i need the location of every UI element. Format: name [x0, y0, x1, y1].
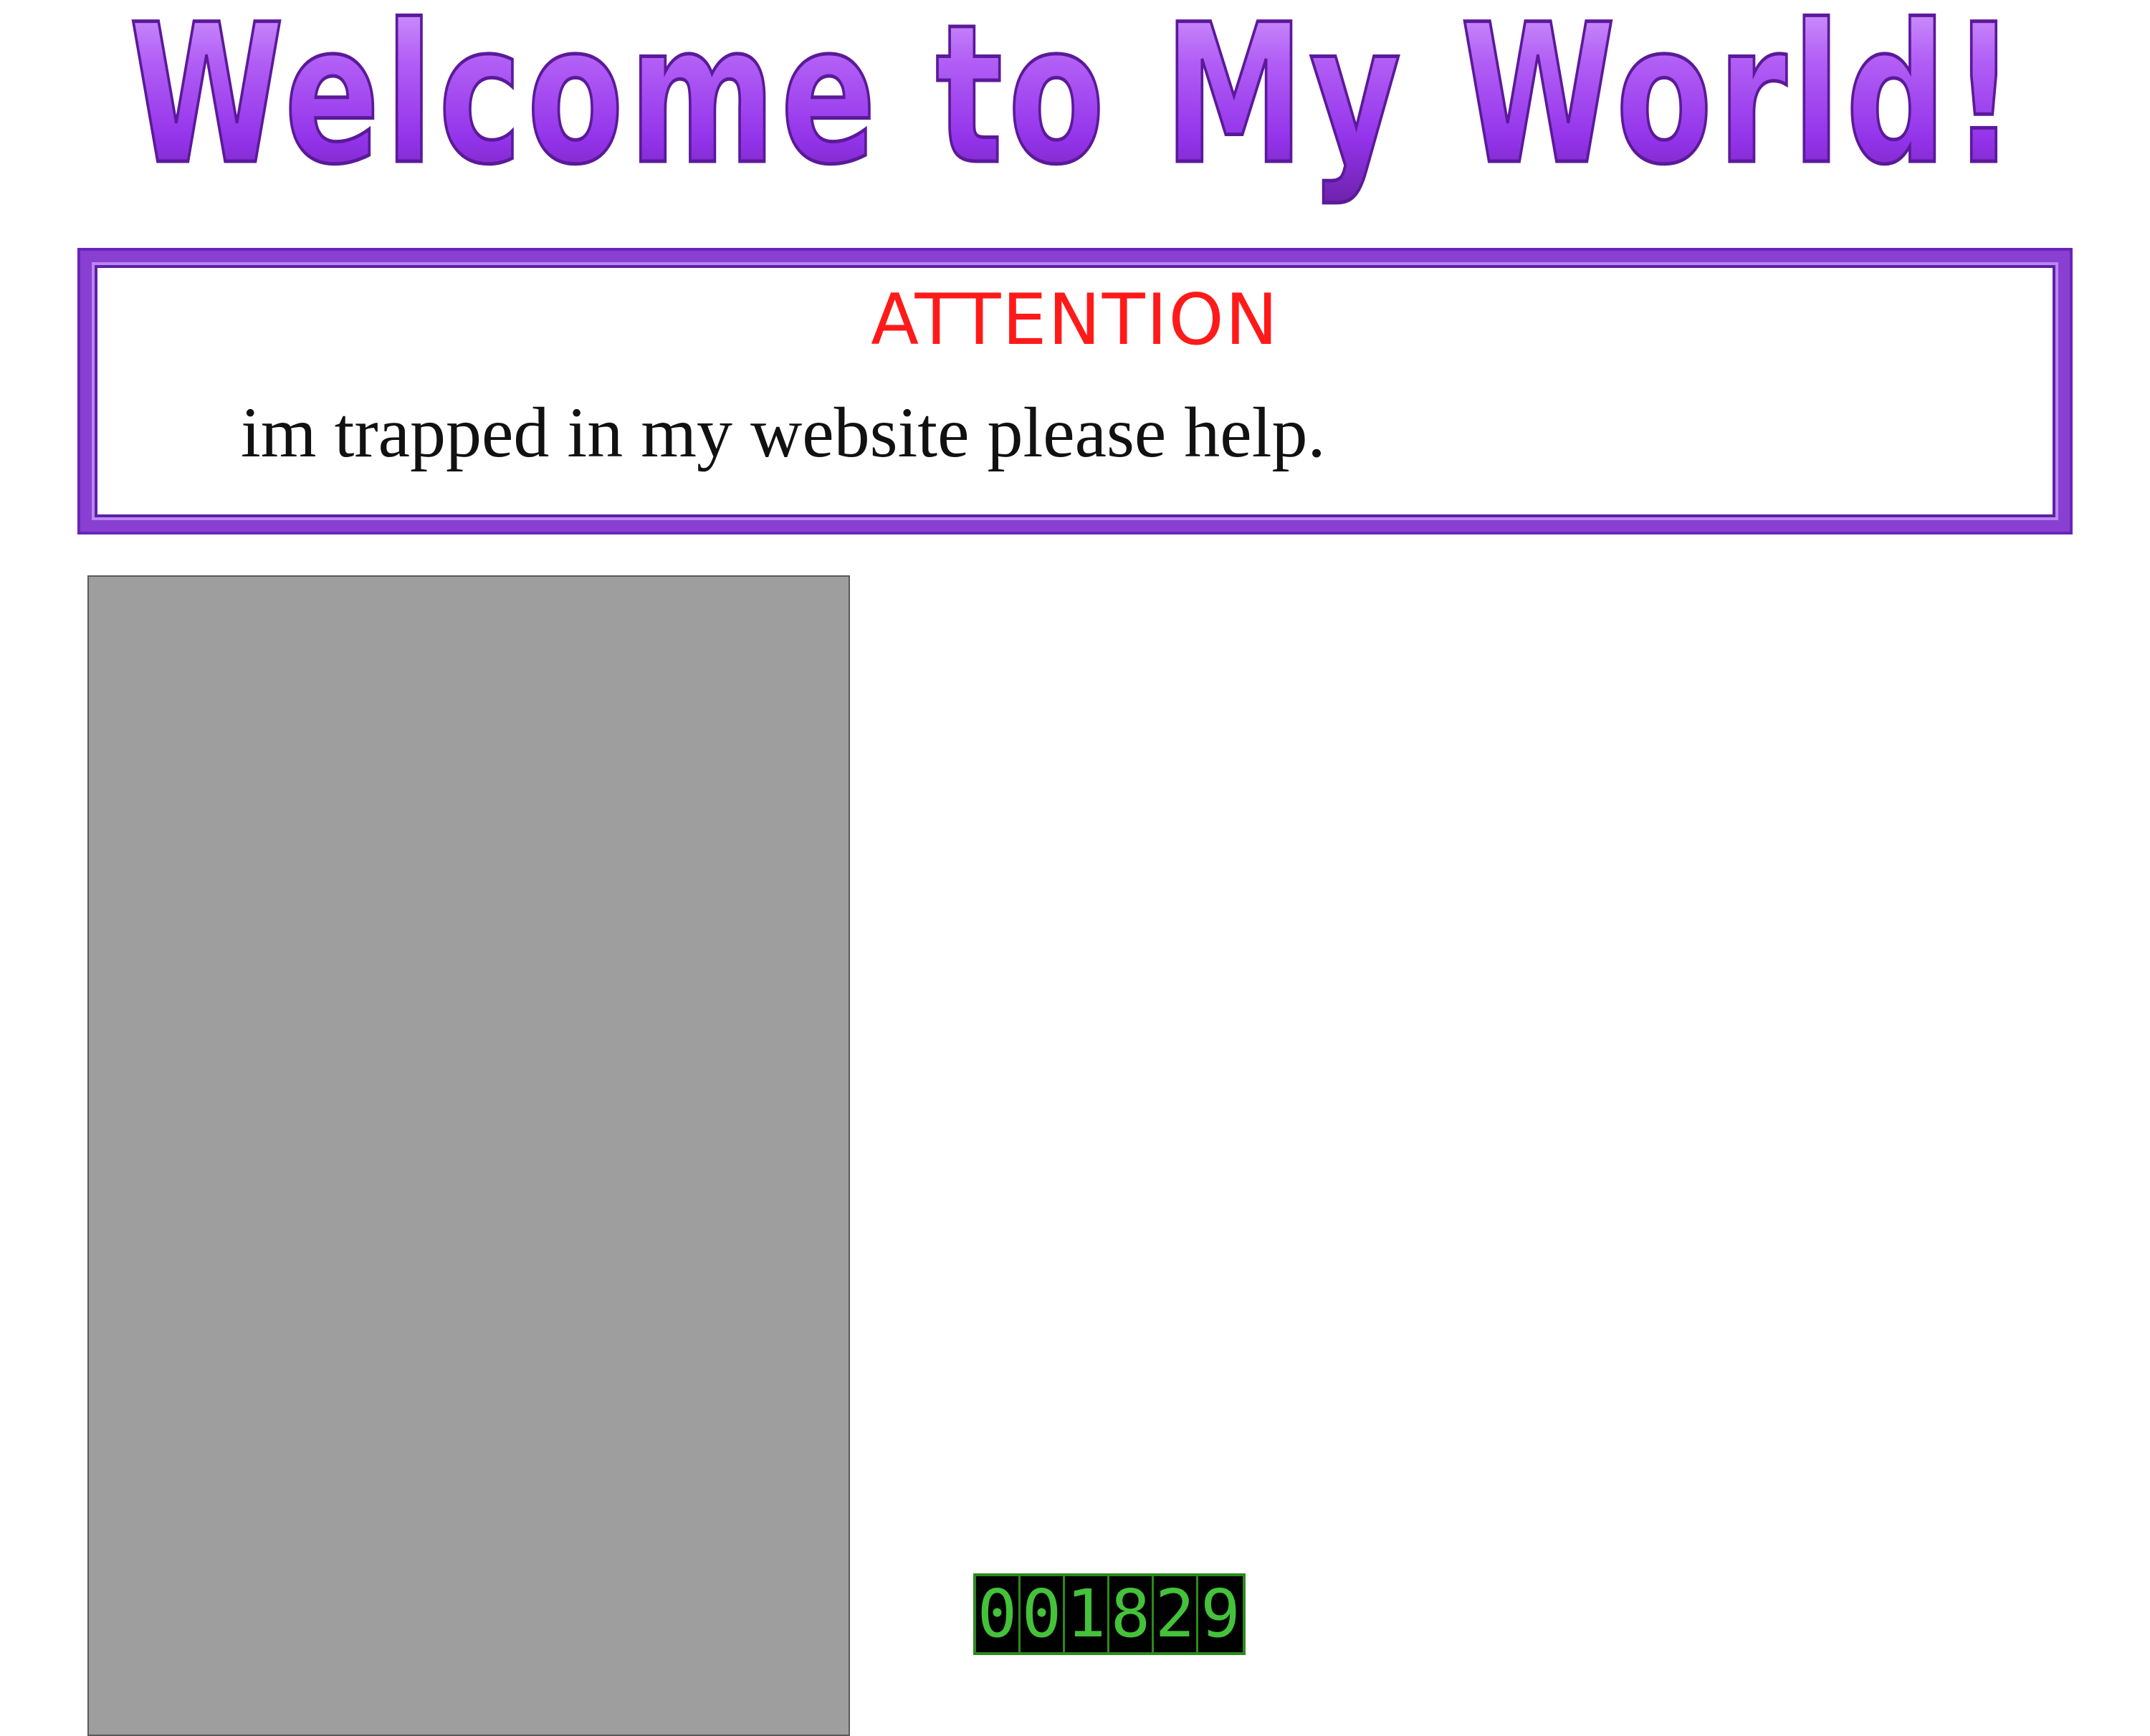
hit-counter-digit: 2 [1154, 1576, 1198, 1652]
hit-counter-digit: 1 [1065, 1576, 1109, 1652]
image-placeholder-panel [87, 575, 850, 1736]
attention-heading: ATTENTION [871, 279, 1279, 361]
page-title-graphic: Welcome to My World! [128, 0, 2021, 209]
hit-counter: 0 0 1 8 2 9 [973, 1573, 1246, 1655]
page-title: Welcome to My World! [129, 0, 2021, 207]
attention-notice-box: ATTENTION im trapped in my website pleas… [80, 251, 2070, 532]
attention-message: im trapped in my website please help. [241, 393, 1326, 472]
hit-counter-digit: 9 [1200, 1576, 1241, 1652]
hit-counter-digit: 0 [976, 1576, 1021, 1652]
hit-counter-digit: 8 [1109, 1576, 1154, 1652]
hit-counter-digit: 0 [1021, 1576, 1065, 1652]
page-title-banner: Welcome to My World! [0, 0, 2150, 229]
